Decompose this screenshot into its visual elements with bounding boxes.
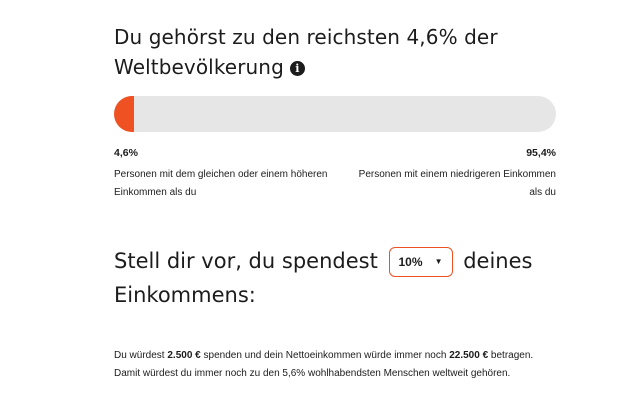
summary-part-1: Du würdest [114,350,168,361]
pledge-heading: Stell dir vor, du spendest 10% ▼ deines E… [114,244,558,312]
legend-richer: 4,6% Personen mit dem gleichen oder eine… [114,146,364,202]
wealth-percentile-bar [114,96,556,132]
wealth-result-section: Du gehörst zu den reichsten 4,6% der Wel… [114,22,558,379]
headline-text: Du gehörst zu den reichsten 4,6% der Wel… [114,25,498,79]
donation-summary: Du würdest 2.500 € spenden und dein Nett… [114,347,562,383]
net-income-amount: 22.500 € [449,350,489,361]
donation-amount: 2.500 € [167,350,201,361]
richer-description: Personen mit dem gleichen oder einem höh… [114,169,328,198]
donation-percent-value: 10% [398,255,423,269]
poorer-description: Personen mit einem niedrigeren Einkommen… [358,169,556,198]
richer-percent: 4,6% [114,147,138,159]
info-icon[interactable]: i [289,61,305,76]
pledge-section: Stell dir vor, du spendest 10% ▼ deines E… [114,244,558,312]
caret-down-icon: ▼ [434,257,443,266]
poorer-percent: 95,4% [526,147,556,159]
pledge-text-before: Stell dir vor, du spendest [114,249,378,273]
legend-poorer: 95,4% Personen mit einem niedrigeren Ein… [356,146,556,202]
wealth-percentile-fill [114,96,135,132]
summary-part-2: spenden und dein Nettoeinkommen würde im… [200,350,450,361]
result-headline: Du gehörst zu den reichsten 4,6% der Wel… [114,22,534,82]
donation-percent-select[interactable]: 10% ▼ [388,247,453,277]
